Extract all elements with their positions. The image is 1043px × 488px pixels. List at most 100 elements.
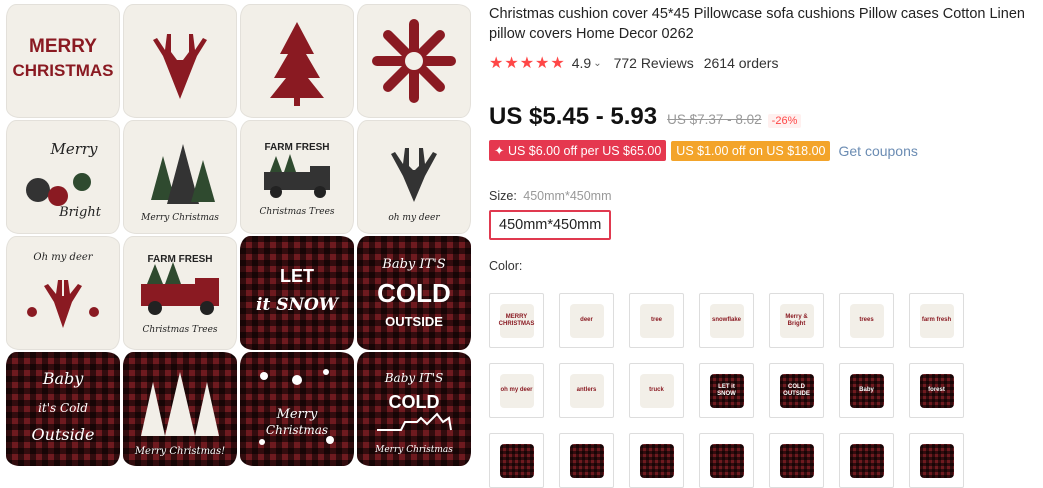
color-swatch[interactable]: tree xyxy=(629,293,684,348)
pillow-image[interactable]: Baby IT'S COLD Merry Christmas xyxy=(357,352,471,466)
pillow-image[interactable]: FARM FRESH Christmas Trees xyxy=(240,120,354,234)
swatch-label: trees xyxy=(859,317,874,323)
color-swatch[interactable] xyxy=(559,433,614,488)
pillow-image[interactable]: LET it SNOW xyxy=(240,236,354,350)
swatch-label: LET it SNOW xyxy=(717,383,736,397)
swatch-label: MERRY CHRISTMAS xyxy=(498,313,535,327)
svg-text:it SNOW: it SNOW xyxy=(256,295,340,315)
pillow-image[interactable] xyxy=(123,4,237,118)
color-swatch[interactable] xyxy=(699,433,754,488)
svg-text:Baby IT'S: Baby IT'S xyxy=(384,371,444,385)
size-option-450mm[interactable]: 450mm*450mm xyxy=(489,210,612,240)
svg-text:Merry Christmas!: Merry Christmas! xyxy=(134,446,225,457)
pillow-image[interactable] xyxy=(357,4,471,118)
svg-text:LET: LET xyxy=(280,266,314,286)
color-swatch[interactable]: forest xyxy=(909,363,964,418)
rating-score[interactable]: 4.9 xyxy=(572,55,591,71)
pillow-image[interactable]: FARM FRESH Christmas Trees xyxy=(123,236,237,350)
select-coupon-badge[interactable]: US $1.00 off on US $18.00 xyxy=(671,140,831,161)
size-selected-value: 450mm*450mm xyxy=(523,189,612,203)
color-swatch[interactable]: Baby xyxy=(839,363,894,418)
svg-text:it's Cold: it's Cold xyxy=(38,401,88,415)
color-swatch[interactable]: MERRY CHRISTMAS xyxy=(489,293,544,348)
swatch-thumbnail: snowflake xyxy=(709,303,744,338)
pillow-image[interactable]: Baby it's Cold Outside xyxy=(6,352,120,466)
pillow-image[interactable]: Oh my deer xyxy=(6,236,120,350)
chevron-down-icon[interactable]: ⌄ xyxy=(593,58,601,69)
svg-text:oh my deer: oh my deer xyxy=(388,213,440,223)
pillow-image[interactable]: Merry Christmas! xyxy=(123,352,237,466)
color-swatch[interactable] xyxy=(629,433,684,488)
snowflakes-graphic: Merry Christmas xyxy=(259,369,334,445)
color-label: Color: xyxy=(489,259,523,273)
pillow-image[interactable]: Baby IT'S COLD OUTSIDE xyxy=(357,236,471,350)
christmas-tree-icon xyxy=(270,22,324,106)
color-swatch[interactable]: trees xyxy=(839,293,894,348)
swatch-label: deer xyxy=(580,317,593,323)
antlers-graphic: Oh my deer xyxy=(27,252,99,328)
svg-text:Oh my deer: Oh my deer xyxy=(33,252,93,263)
color-swatch[interactable]: deer xyxy=(559,293,614,348)
swatch-thumbnail: MERRY CHRISTMAS xyxy=(498,303,535,338)
merry-bright-graphic: Merry Bright xyxy=(26,140,102,220)
swatch-thumbnail xyxy=(569,443,604,478)
svg-text:MERRY: MERRY xyxy=(29,36,97,57)
swatch-thumbnail: oh my deer xyxy=(499,373,534,408)
swatch-label: antlers xyxy=(576,387,597,393)
original-price: US $7.37 - 8.02 xyxy=(667,112,762,127)
deer-head-icon xyxy=(153,34,207,99)
pillow-image[interactable]: MERRY CHRISTMAS xyxy=(6,4,120,118)
pillow-image[interactable]: oh my deer xyxy=(357,120,471,234)
svg-text:COLD: COLD xyxy=(389,392,440,412)
swatch-thumbnail: COLD OUTSIDE xyxy=(779,373,814,408)
size-label-row: Size: 450mm*450mm xyxy=(489,189,1043,203)
svg-text:Bright: Bright xyxy=(58,205,102,220)
pillow-image[interactable]: Merry Bright xyxy=(6,120,120,234)
swatch-thumbnail xyxy=(499,443,534,478)
svg-text:Merry: Merry xyxy=(49,140,98,158)
color-swatch[interactable]: Merry & Bright xyxy=(769,293,824,348)
merry-christmas-text-graphic: MERRY CHRISTMAS xyxy=(12,36,113,80)
get-coupons-link[interactable]: Get coupons xyxy=(838,143,917,159)
color-swatch[interactable] xyxy=(839,433,894,488)
swatch-thumbnail xyxy=(849,443,884,478)
color-swatch[interactable] xyxy=(489,433,544,488)
swatch-thumbnail: antlers xyxy=(569,373,604,408)
swatch-label: oh my deer xyxy=(500,387,533,393)
svg-text:FARM FRESH: FARM FRESH xyxy=(148,254,213,265)
swatch-thumbnail xyxy=(919,443,954,478)
color-swatch[interactable]: truck xyxy=(629,363,684,418)
swatch-thumbnail: forest xyxy=(919,373,954,408)
svg-text:Outside: Outside xyxy=(32,425,95,444)
product-image-gallery: MERRY CHRISTMAS Merry Bright Merry Chris… xyxy=(0,0,471,466)
farm-truck-graphic: FARM FRESH Christmas Trees xyxy=(259,142,334,217)
swatch-thumbnail: trees xyxy=(849,303,884,338)
size-label: Size: xyxy=(489,189,517,203)
swatch-label: farm fresh xyxy=(921,317,952,323)
svg-text:FARM FRESH: FARM FRESH xyxy=(265,142,330,153)
color-swatch[interactable]: antlers xyxy=(559,363,614,418)
pillow-image[interactable]: Merry Christmas xyxy=(240,352,354,466)
svg-text:Christmas Trees: Christmas Trees xyxy=(142,325,217,335)
swatch-thumbnail: farm fresh xyxy=(919,303,954,338)
pillow-image[interactable] xyxy=(240,4,354,118)
swatch-thumbnail: tree xyxy=(639,303,674,338)
discount-badge: -26% xyxy=(767,114,802,128)
color-swatch[interactable] xyxy=(769,433,824,488)
reviews-link[interactable]: 772 Reviews xyxy=(614,55,694,71)
color-swatch[interactable] xyxy=(909,433,964,488)
coupon-row: ✦ US $6.00 off per US $65.00 US $1.00 of… xyxy=(489,140,1043,161)
product-title: Christmas cushion cover 45*45 Pillowcase… xyxy=(489,6,1025,42)
svg-text:Baby IT'S: Baby IT'S xyxy=(381,257,445,272)
color-swatch[interactable]: COLD OUTSIDE xyxy=(769,363,824,418)
color-swatch[interactable]: LET it SNOW xyxy=(699,363,754,418)
color-swatch[interactable]: snowflake xyxy=(699,293,754,348)
swatch-label: Merry & Bright xyxy=(785,313,808,327)
color-swatch[interactable]: farm fresh xyxy=(909,293,964,348)
swatch-label: COLD OUTSIDE xyxy=(783,383,810,397)
pillow-image[interactable]: Merry Christmas xyxy=(123,120,237,234)
snowflake-icon xyxy=(372,19,456,103)
store-coupon-badge[interactable]: ✦ US $6.00 off per US $65.00 xyxy=(489,140,667,161)
white-forest-graphic: Merry Christmas! xyxy=(134,372,225,457)
color-swatch[interactable]: oh my deer xyxy=(489,363,544,418)
